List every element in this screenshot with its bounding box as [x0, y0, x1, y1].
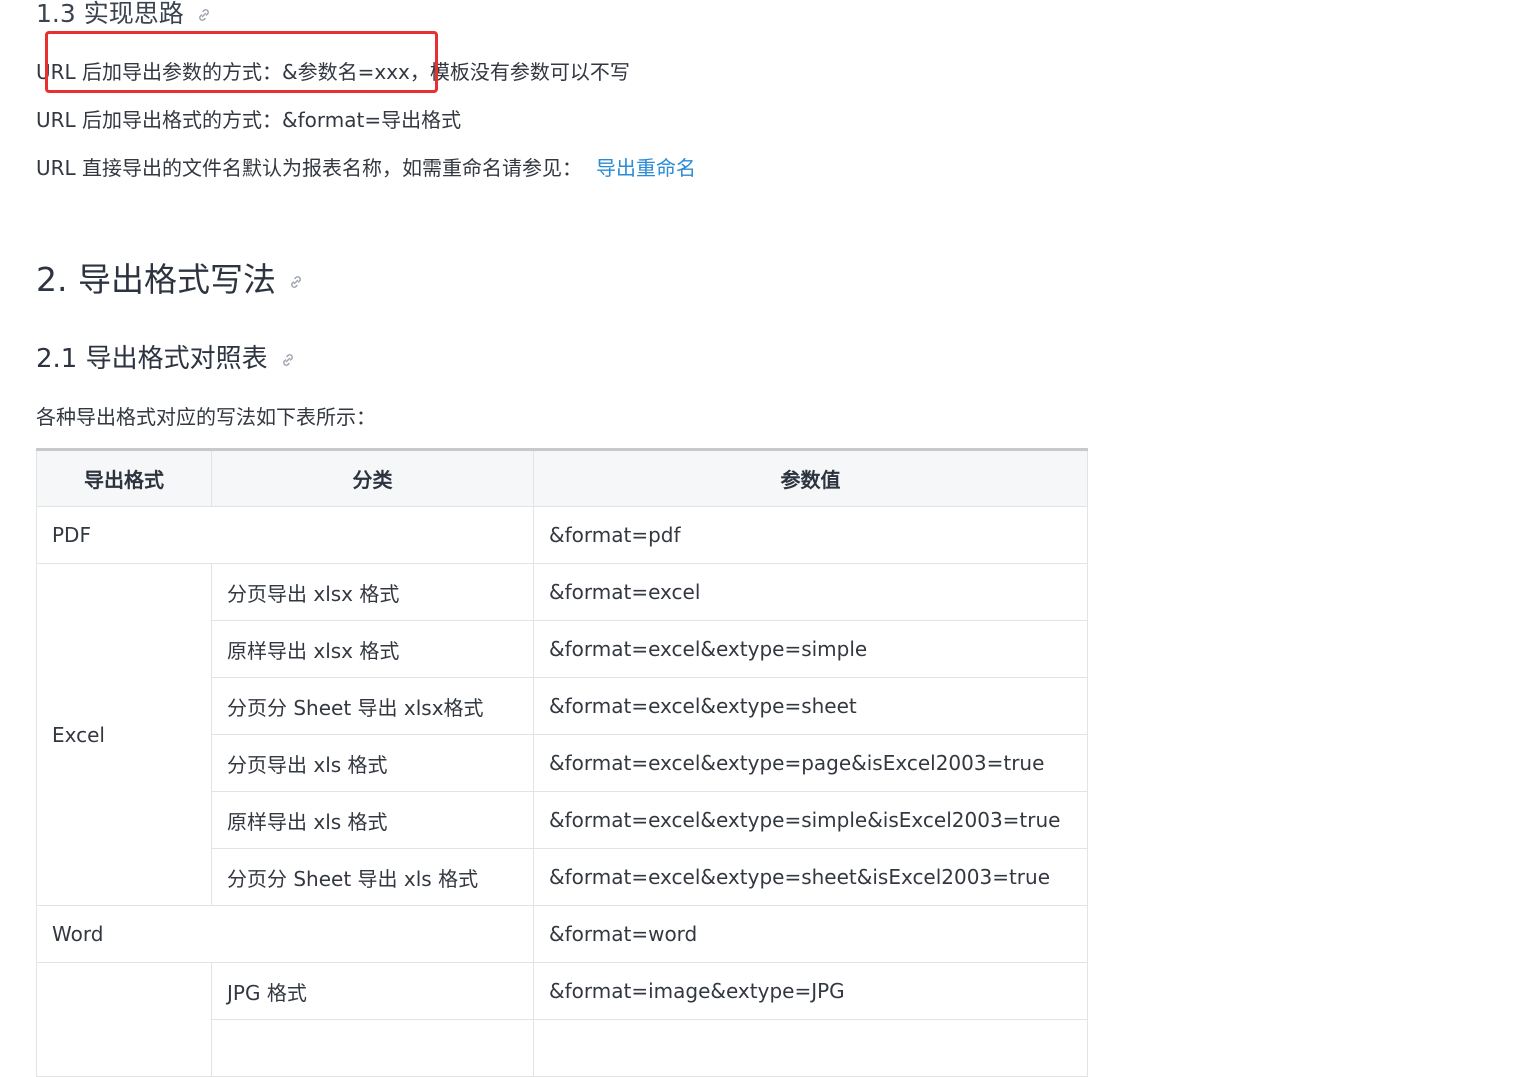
cell-value: &format=pdf: [533, 506, 1088, 564]
section-2-1-title: 2.1 导出格式对照表: [36, 344, 268, 374]
section-2-heading: 2. 导出格式写法: [36, 253, 304, 301]
cell-value: &format=excel: [533, 563, 1088, 621]
link-icon[interactable]: [280, 352, 296, 368]
cell-format-pdf: PDF: [36, 506, 534, 564]
paragraph-filename: URL 直接导出的文件名默认为报表名称，如需重命名请参见： 导出重命名: [36, 152, 696, 181]
cell-value: &format=excel&extype=sheet&isExcel2003=t…: [533, 848, 1088, 906]
header-format: 导出格式: [36, 449, 212, 507]
section-1-3-title: 1.3 实现思路: [36, 0, 184, 28]
paragraph-export-format: URL 后加导出格式的方式：&format=导出格式: [36, 108, 462, 132]
cell-value: &format=word: [533, 905, 1088, 963]
table-row: Excel 分页导出 xlsx 格式 &format=excel: [36, 563, 1088, 906]
table-row: Word &format=word: [36, 905, 1088, 963]
cell-category: [211, 1019, 534, 1077]
cell-category: JPG 格式: [211, 962, 534, 1020]
cell-format-excel: Excel: [36, 563, 212, 906]
table-row: PDF &format=pdf: [36, 506, 1088, 564]
link-icon[interactable]: [196, 7, 212, 23]
cell-category: 分页导出 xls 格式: [211, 734, 534, 792]
section-2-1-heading: 2.1 导出格式对照表: [36, 338, 296, 375]
cell-category: 分页分 Sheet 导出 xlsx格式: [211, 677, 534, 735]
header-category: 分类: [211, 449, 534, 507]
cell-category: 原样导出 xls 格式: [211, 791, 534, 849]
section-1-3-heading: 1.3 实现思路: [36, 0, 212, 30]
table-header-row: 导出格式 分类 参数值: [36, 449, 1088, 507]
cell-category: 分页分 Sheet 导出 xls 格式: [211, 848, 534, 906]
export-rename-link[interactable]: 导出重命名: [596, 156, 696, 180]
cell-value: [533, 1019, 1088, 1077]
cell-value: &format=excel&extype=simple&isExcel2003=…: [533, 791, 1088, 849]
cell-value: &format=excel&extype=sheet: [533, 677, 1088, 735]
cell-category: 原样导出 xlsx 格式: [211, 620, 534, 678]
cell-category: 分页导出 xlsx 格式: [211, 563, 534, 621]
highlight-annotation-box: [45, 31, 438, 93]
paragraph-filename-text: URL 直接导出的文件名默认为报表名称，如需重命名请参见：: [36, 156, 583, 180]
link-icon[interactable]: [288, 274, 304, 290]
cell-format-word: Word: [36, 905, 534, 963]
header-value: 参数值: [533, 449, 1088, 507]
cell-value: &format=excel&extype=page&isExcel2003=tr…: [533, 734, 1088, 792]
cell-value: &format=excel&extype=simple: [533, 620, 1088, 678]
table-row: JPG 格式 &format=image&extype=JPG: [36, 962, 1088, 1077]
export-format-table: 导出格式 分类 参数值 PDF &format=pdf Excel 分页导出 x…: [36, 448, 1088, 1077]
cell-format-image: [36, 962, 212, 1077]
table-intro: 各种导出格式对应的写法如下表所示：: [36, 405, 376, 429]
section-2-title: 2. 导出格式写法: [36, 260, 276, 299]
cell-value: &format=image&extype=JPG: [533, 962, 1088, 1020]
